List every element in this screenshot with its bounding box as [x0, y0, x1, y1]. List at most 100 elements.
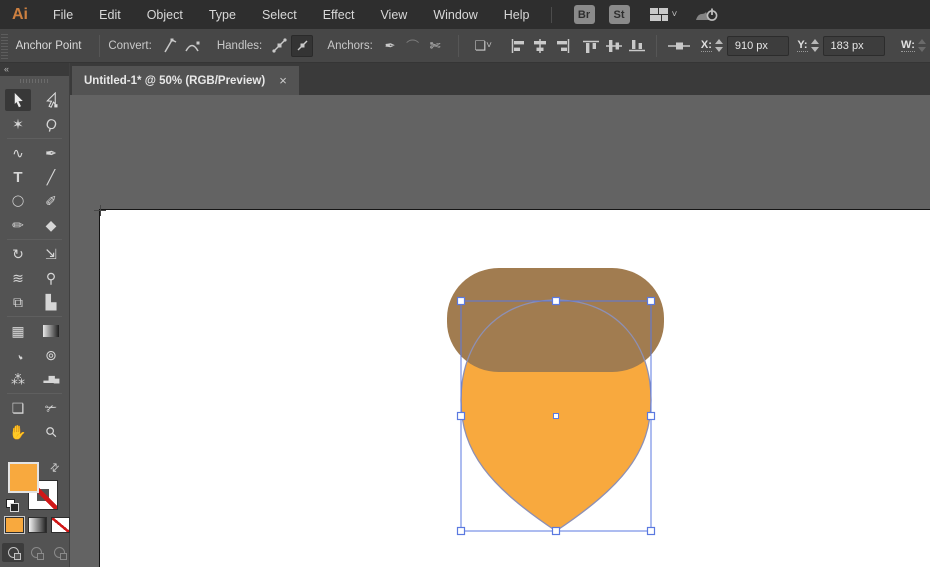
stepper-up-icon[interactable] [714, 39, 723, 44]
handle-middle-left[interactable] [456, 411, 466, 421]
paintbrush-tool[interactable]: ✐ [38, 190, 64, 212]
menu-help[interactable]: Help [491, 8, 543, 22]
perspective-grid-tool[interactable]: ▙ [38, 291, 64, 313]
show-handles-button[interactable] [268, 35, 291, 57]
menu-type[interactable]: Type [196, 8, 249, 22]
handle-bottom-right[interactable] [646, 526, 656, 536]
column-graph-tool[interactable]: ▂▆▄ [38, 368, 64, 390]
align-left-button[interactable] [507, 35, 530, 57]
document-tab[interactable]: Untitled-1* @ 50% (RGB/Preview) × [72, 66, 299, 95]
ellipse-tool[interactable]: ◯ [5, 190, 31, 212]
fill-color-swatch[interactable] [8, 462, 39, 493]
align-to-anchor-button[interactable] [665, 35, 693, 57]
menu-select[interactable]: Select [249, 8, 310, 22]
menu-object[interactable]: Object [134, 8, 196, 22]
menu-edit[interactable]: Edit [86, 8, 134, 22]
perspective-grid-icon: ▙ [45, 294, 57, 310]
shape-builder-tool[interactable]: ⧉ [5, 291, 31, 313]
menu-effect[interactable]: Effect [310, 8, 368, 22]
draw-inside-button[interactable] [48, 543, 70, 562]
canvas-area[interactable] [70, 95, 930, 567]
y-stepper[interactable] [810, 39, 819, 52]
handle-bottom-left[interactable] [456, 526, 466, 536]
shaper-tool[interactable]: ✏ [5, 214, 31, 236]
blend-tool[interactable]: ⊚ [38, 344, 64, 366]
apply-color-button[interactable] [4, 516, 25, 534]
rotate-tool[interactable]: ↻ [5, 243, 31, 265]
align-vertical-center-button[interactable] [603, 35, 626, 57]
drawing-modes [0, 543, 70, 562]
remove-anchor-button[interactable]: ✒ [379, 35, 402, 57]
scale-tool[interactable]: ⇲ [38, 243, 64, 265]
curvature-tool[interactable]: ∿ [5, 142, 31, 164]
panel-grip[interactable] [0, 76, 69, 85]
eyedropper-tool[interactable]: ❜ [5, 344, 31, 366]
apply-none-button[interactable] [51, 517, 70, 533]
zoom-tool[interactable]: ⚲ [38, 421, 64, 443]
stock-button[interactable]: St [608, 5, 630, 24]
pen-tool[interactable]: ✒ [38, 142, 64, 164]
tools-panel: « ✶ Ϙ ∿ ✒ T ╱ ◯ ✐ ✏ ◆ ↻ ⇲ ≋ ⚲ ⧉ ▙ ▦ ❜ ⊚ … [0, 63, 70, 567]
type-tool[interactable]: T [5, 166, 31, 188]
selection-tool[interactable] [5, 89, 31, 111]
hide-handles-button[interactable] [290, 34, 314, 57]
align-bottom-button[interactable] [625, 35, 648, 57]
apply-gradient-button[interactable] [28, 517, 47, 533]
tool-group-divider [7, 316, 62, 317]
control-bar-grip[interactable] [1, 32, 8, 59]
align-horizontal-center-button[interactable] [529, 35, 552, 57]
mesh-tool[interactable]: ▦ [5, 320, 31, 342]
width-tool[interactable]: ≋ [5, 267, 31, 289]
close-tab-icon[interactable]: × [279, 73, 287, 88]
scissors-icon: ✄ [429, 37, 441, 53]
handle-middle-right[interactable] [646, 411, 656, 421]
eraser-tool[interactable]: ◆ [38, 214, 64, 236]
menu-window[interactable]: Window [420, 8, 490, 22]
magic-wand-tool[interactable]: ✶ [5, 113, 31, 135]
hand-tool[interactable]: ✋ [5, 421, 31, 443]
stepper-down-icon[interactable] [714, 47, 723, 52]
handle-top-center[interactable] [551, 296, 561, 306]
x-stepper[interactable] [714, 39, 723, 52]
menu-file[interactable]: File [40, 8, 86, 22]
handle-bottom-center[interactable] [551, 526, 561, 536]
connect-anchors-button[interactable]: ⌒ [401, 35, 424, 57]
acorn-cap-shape[interactable] [447, 268, 664, 372]
isolate-selection-button[interactable]: ❏ ˅ [467, 35, 499, 57]
direct-selection-tool[interactable] [38, 89, 64, 111]
default-fill-stroke-button[interactable] [6, 499, 20, 513]
handle-top-left[interactable] [456, 296, 466, 306]
gpu-performance-button[interactable] [695, 7, 719, 22]
swap-fill-stroke-icon[interactable]: ⇄ [47, 460, 62, 475]
symbol-sprayer-tool[interactable]: ⁂ [5, 368, 31, 390]
line-segment-tool[interactable]: ╱ [38, 166, 64, 188]
cut-path-button[interactable]: ✄ [424, 35, 447, 57]
convert-to-corner-button[interactable] [158, 35, 181, 57]
align-left-icon [511, 38, 524, 53]
menu-view[interactable]: View [367, 8, 420, 22]
workspace-switcher[interactable]: ˅ [649, 8, 677, 21]
slice-tool[interactable]: ✃ [38, 397, 64, 419]
draw-behind-button[interactable] [25, 543, 47, 562]
draw-normal-button[interactable] [2, 543, 24, 562]
menu-separator [550, 6, 552, 23]
align-top-button[interactable] [580, 35, 603, 57]
w-label: W: [901, 39, 915, 52]
align-right-button[interactable] [552, 35, 575, 57]
app-logo: Ai [12, 5, 28, 23]
stepper-up-icon[interactable] [810, 39, 819, 44]
bridge-button[interactable]: Br [573, 5, 595, 24]
slice-icon: ✃ [45, 400, 57, 416]
x-input[interactable]: 910 px [726, 35, 790, 56]
panel-collapse-button[interactable]: « [0, 63, 69, 76]
gradient-tool[interactable] [38, 320, 64, 342]
w-stepper[interactable] [917, 39, 926, 52]
stepper-down-icon [917, 47, 926, 52]
artboard-tool[interactable]: ❏ [5, 397, 31, 419]
handle-top-right[interactable] [646, 296, 656, 306]
convert-to-smooth-button[interactable] [180, 35, 203, 57]
puppet-warp-tool[interactable]: ⚲ [38, 267, 64, 289]
stepper-down-icon[interactable] [810, 47, 819, 52]
y-input[interactable]: 183 px [822, 35, 886, 56]
lasso-tool[interactable]: Ϙ [38, 113, 64, 135]
